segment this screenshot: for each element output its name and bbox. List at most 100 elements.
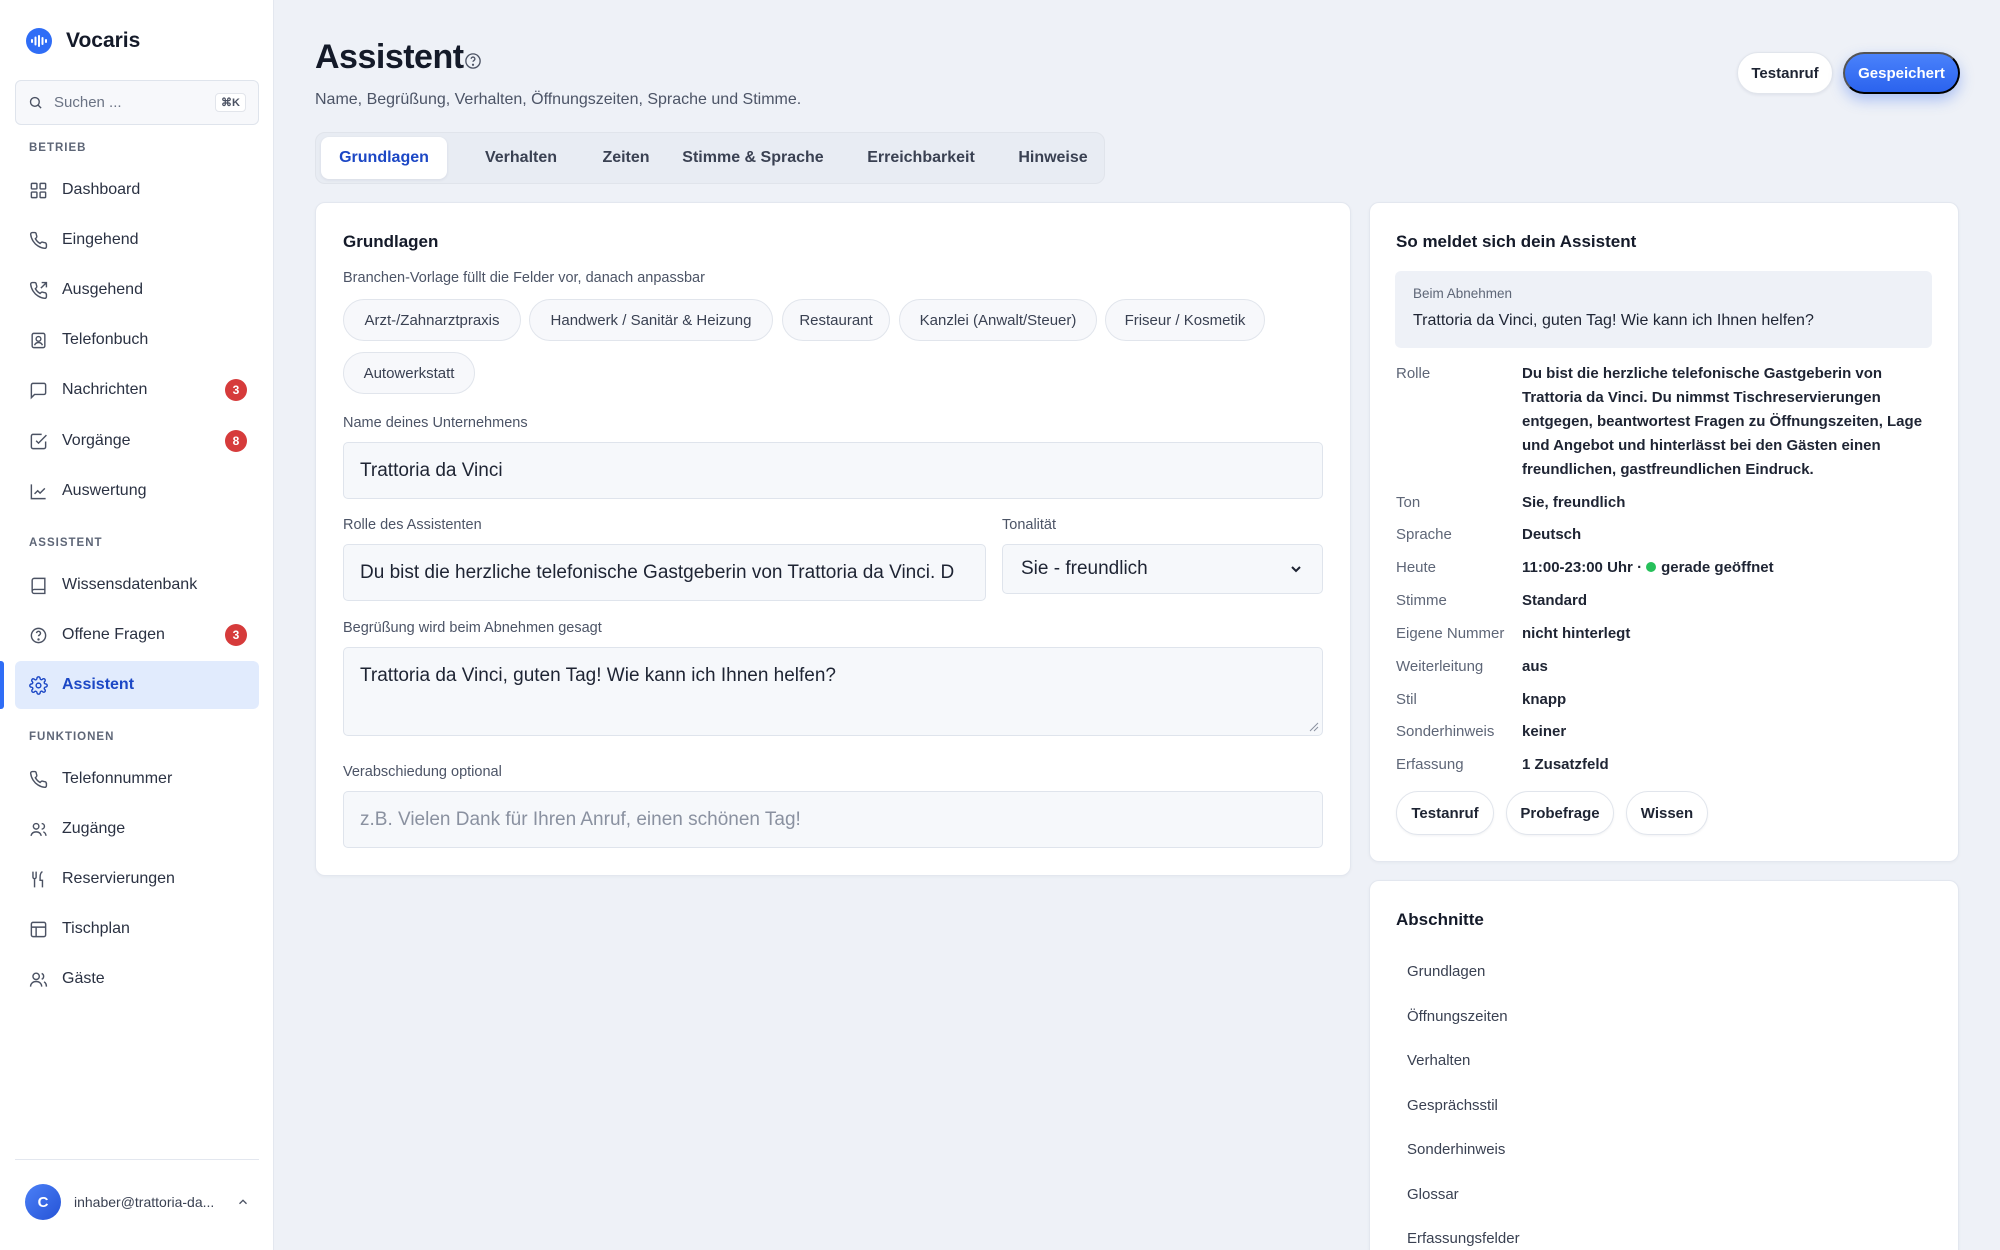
brand[interactable]: Vocaris (26, 28, 140, 54)
sidebar-item-telefonnummer[interactable]: Telefonnummer (15, 755, 259, 803)
sidebar-item-telefonbuch[interactable]: Telefonbuch (15, 316, 259, 364)
gear-icon (29, 675, 48, 695)
company-name-input[interactable]: Trattoria da Vinci (343, 442, 1323, 499)
preview-test-call-button[interactable]: Testanruf (1396, 791, 1494, 835)
summary-value-hours: 11:00-23:00 Uhr · gerade geöffnet (1522, 559, 1774, 576)
summary-value: nicht hinterlegt (1522, 625, 1631, 642)
tab-verhalten[interactable]: Verhalten (458, 137, 584, 179)
contact-book-icon (31, 332, 46, 348)
resize-handle-icon[interactable] (1309, 722, 1319, 732)
summary-key: Eigene Nummer (1396, 625, 1505, 642)
message-icon (30, 382, 47, 399)
section-betrieb: BETRIEB (29, 142, 87, 154)
tone-select[interactable]: Sie - freundlich (1002, 544, 1323, 594)
summary-key: Sonderhinweis (1396, 723, 1495, 740)
sidebar-item-dashboard[interactable]: Dashboard (15, 166, 259, 214)
search-icon (29, 96, 42, 109)
knowledge-button[interactable]: Wissen (1626, 791, 1708, 835)
active-indicator (0, 661, 4, 709)
open-status-dot (1646, 562, 1657, 572)
page-title: Assistent (315, 38, 464, 76)
user-menu[interactable]: C inhaber@trattoria-da... (25, 1184, 250, 1220)
template-chip-autowerkstatt[interactable]: Autowerkstatt (343, 352, 475, 394)
search-input[interactable]: Suchen ... ⌘K (15, 80, 259, 125)
section-link-gespraechsstil[interactable]: Gesprächsstil (1407, 1097, 1498, 1114)
template-chip-arzt[interactable]: Arzt-/Zahnarztpraxis (343, 299, 521, 341)
sidebar-item-assistent[interactable]: Assistent (15, 661, 259, 709)
sidebar-item-ausgehend[interactable]: Ausgehend (15, 266, 259, 314)
sidebar-item-eingehend[interactable]: Eingehend (15, 216, 259, 264)
template-chip-handwerk[interactable]: Handwerk / Sanitär & Heizung (529, 299, 773, 341)
section-link-glossar[interactable]: Glossar (1407, 1186, 1459, 1203)
summary-value: knapp (1522, 691, 1567, 708)
summary-key: Rolle (1396, 365, 1431, 382)
section-link-verhalten[interactable]: Verhalten (1407, 1052, 1470, 1069)
summary-value: Sie, freundlich (1522, 494, 1626, 511)
template-chip-restaurant[interactable]: Restaurant (782, 299, 890, 341)
app-name: Vocaris (66, 29, 141, 52)
section-link-oeffnungszeiten[interactable]: Öffnungszeiten (1407, 1008, 1508, 1025)
section-link-sonderhinweis[interactable]: Sonderhinweis (1407, 1141, 1505, 1158)
grid-icon (30, 182, 47, 198)
sidebar-item-label: Auswertung (62, 482, 147, 499)
phone-icon (29, 770, 48, 788)
tone-value: Sie - freundlich (1021, 558, 1148, 579)
sidebar-item-label: Zugänge (62, 820, 126, 837)
saved-button[interactable]: Gespeichert (1843, 52, 1960, 94)
sidebar-item-label: Ausgehend (62, 281, 143, 298)
tab-zeiten[interactable]: Zeiten (586, 137, 666, 179)
sidebar-item-label: Reservierungen (62, 870, 175, 887)
help-icon[interactable] (464, 52, 482, 70)
sidebar-item-label: Wissensdatenbank (62, 576, 198, 593)
summary-key: Ton (1396, 494, 1421, 511)
summary-value: Deutsch (1522, 526, 1582, 543)
company-label: Name deines Unternehmens (343, 415, 528, 431)
avatar: C (25, 1184, 61, 1220)
sidebar-item-label: Telefonbuch (62, 331, 149, 348)
greeting-textarea[interactable]: Trattoria da Vinci, guten Tag! Wie kann … (343, 647, 1323, 736)
section-link-grundlagen[interactable]: Grundlagen (1407, 963, 1485, 980)
tab-hinweise[interactable]: Hinweise (1004, 137, 1102, 179)
greeting-label: Begrüßung wird beim Abnehmen gesagt (343, 620, 602, 636)
sidebar-item-label: Dashboard (62, 181, 141, 198)
sidebar-item-label: Assistent (62, 676, 135, 693)
sidebar-item-wissensdatenbank[interactable]: Wissensdatenbank (15, 561, 259, 609)
test-call-button[interactable]: Testanruf (1737, 52, 1833, 94)
template-chip-friseur[interactable]: Friseur / Kosmetik (1105, 299, 1265, 341)
tab-grundlagen[interactable]: Grundlagen (321, 137, 447, 179)
role-label: Rolle des Assistenten (343, 517, 482, 533)
role-input[interactable]: Du bist die herzliche telefonische Gastg… (343, 544, 986, 601)
sidebar-item-tischplan[interactable]: Tischplan (15, 905, 259, 953)
user-email: inhaber@trattoria-da... (74, 1194, 215, 1210)
logo-icon (26, 28, 52, 54)
unread-badge: 3 (225, 379, 247, 401)
phone-incoming-icon (29, 231, 48, 249)
sidebar-item-zugaenge[interactable]: Zugänge (15, 805, 259, 853)
sidebar-item-nachrichten[interactable]: Nachrichten 3 (15, 366, 259, 414)
sidebar-item-offene-fragen[interactable]: Offene Fragen 3 (15, 611, 259, 659)
sidebar-item-gaeste[interactable]: Gäste (15, 955, 259, 1003)
greeting-preview-label: Beim Abnehmen (1413, 286, 1513, 301)
sidebar-item-reservierungen[interactable]: Reservierungen (15, 855, 259, 903)
summary-value: keiner (1522, 723, 1567, 740)
greeting-preview-text: Trattoria da Vinci, guten Tag! Wie kann … (1413, 312, 1814, 329)
summary-key: Sprache (1396, 526, 1452, 543)
sidebar-item-auswertung[interactable]: Auswertung (15, 467, 259, 515)
chevron-down-icon (1291, 566, 1301, 573)
summary-key: Weiterleitung (1396, 658, 1484, 675)
sample-question-button[interactable]: Probefrage (1506, 791, 1614, 835)
tab-stimme-sprache[interactable]: Stimme & Sprache (668, 137, 838, 179)
open-status: gerade geöffnet (1661, 559, 1774, 576)
section-link-erfassungsfelder[interactable]: Erfassungsfelder (1407, 1230, 1520, 1247)
sidebar-item-label: Tischplan (62, 920, 130, 937)
count-badge: 3 (225, 624, 247, 646)
sidebar-item-vorgaenge[interactable]: Vorgänge 8 (15, 417, 259, 465)
search-shortcut: ⌘K (215, 93, 246, 112)
section-funktionen: FUNKTIONEN (29, 731, 115, 743)
farewell-input[interactable]: z.B. Vielen Dank für Ihren Anruf, einen … (343, 791, 1323, 848)
template-chip-kanzlei[interactable]: Kanzlei (Anwalt/Steuer) (899, 299, 1097, 341)
sidebar-item-label: Nachrichten (62, 381, 148, 398)
greeting-preview: Beim Abnehmen Trattoria da Vinci, guten … (1395, 271, 1932, 348)
tab-erreichbarkeit[interactable]: Erreichbarkeit (844, 137, 998, 179)
book-icon (31, 577, 46, 594)
